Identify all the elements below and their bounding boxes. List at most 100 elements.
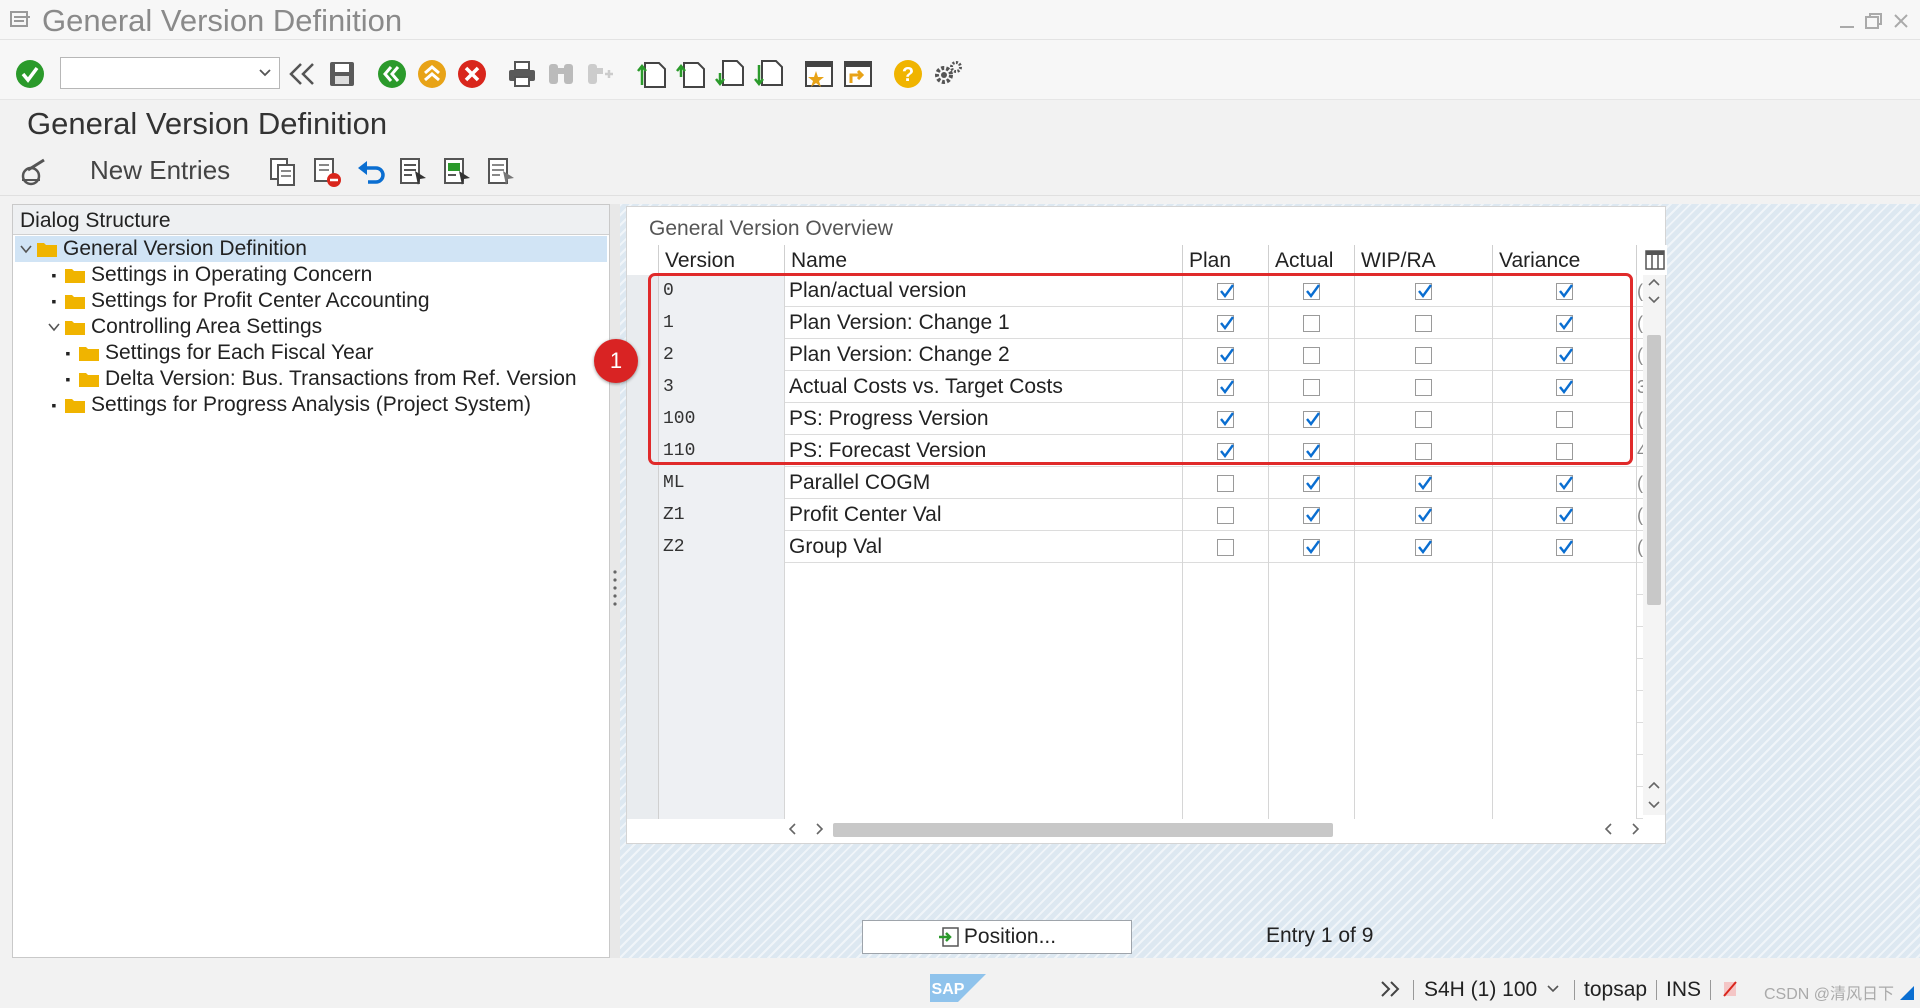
- checkbox-plan[interactable]: [1217, 538, 1234, 556]
- checkbox-wip[interactable]: [1415, 442, 1432, 460]
- resize-grip-icon[interactable]: [1898, 984, 1916, 1002]
- vertical-scrollbar[interactable]: [1643, 275, 1665, 815]
- row-selector[interactable]: [627, 563, 659, 595]
- display-change-icon[interactable]: [18, 156, 50, 188]
- checkbox-variance[interactable]: [1556, 346, 1573, 364]
- back-double-icon[interactable]: [286, 58, 318, 90]
- checkbox-variance[interactable]: [1556, 314, 1573, 332]
- checkbox-actual[interactable]: [1303, 410, 1320, 428]
- expand-status-icon[interactable]: [1380, 980, 1402, 998]
- checkbox-plan[interactable]: [1217, 314, 1234, 332]
- row-selector[interactable]: [627, 787, 659, 819]
- delete-icon[interactable]: [312, 156, 342, 188]
- checkbox-plan[interactable]: [1217, 378, 1234, 396]
- save-icon[interactable]: [326, 58, 358, 90]
- checkbox-wip[interactable]: [1415, 538, 1432, 556]
- scroll-up-icon[interactable]: [1648, 277, 1660, 287]
- row-selector[interactable]: [627, 595, 659, 627]
- tree-node[interactable]: ▪ Settings in Operating Concern: [47, 262, 373, 288]
- column-settings-icon[interactable]: [1643, 245, 1667, 275]
- chevron-down-icon[interactable]: [257, 64, 273, 80]
- row-selector[interactable]: [627, 531, 659, 563]
- cell-name[interactable]: Parallel COGM: [785, 467, 1183, 499]
- row-selector[interactable]: [627, 307, 659, 339]
- scroll-last-icon[interactable]: [1629, 822, 1641, 836]
- column-header-variance[interactable]: Variance: [1493, 245, 1637, 275]
- column-header-plan[interactable]: Plan: [1183, 245, 1269, 275]
- cell-name[interactable]: Profit Center Val: [785, 499, 1183, 531]
- column-header-actual[interactable]: Actual: [1269, 245, 1355, 275]
- column-header-name[interactable]: Name: [785, 245, 1183, 275]
- window-menu-icon[interactable]: [10, 10, 32, 28]
- row-selector[interactable]: [627, 275, 659, 307]
- row-selector[interactable]: [627, 659, 659, 691]
- cell-name[interactable]: Actual Costs vs. Target Costs: [785, 371, 1183, 403]
- cell-name[interactable]: Group Val: [785, 531, 1183, 563]
- checkbox-variance[interactable]: [1556, 474, 1573, 492]
- cell-name[interactable]: Plan Version: Change 1: [785, 307, 1183, 339]
- create-session-icon[interactable]: [803, 58, 835, 90]
- system-dropdown-icon[interactable]: [1546, 982, 1560, 996]
- checkbox-plan[interactable]: [1217, 506, 1234, 524]
- restore-icon[interactable]: [1864, 12, 1884, 30]
- select-all-icon[interactable]: [398, 156, 428, 188]
- cell-name[interactable]: Plan/actual version: [785, 275, 1183, 307]
- shortcut-icon[interactable]: [842, 58, 874, 90]
- print-icon[interactable]: [506, 58, 538, 90]
- checkbox-actual[interactable]: [1303, 474, 1320, 492]
- checkbox-variance[interactable]: [1556, 442, 1573, 460]
- undo-icon[interactable]: [356, 156, 386, 188]
- tree-node[interactable]: Controlling Area Settings: [47, 314, 322, 340]
- scroll-left-icon[interactable]: [787, 822, 799, 836]
- vertical-scroll-thumb[interactable]: [1647, 335, 1661, 605]
- tree-node[interactable]: ▪ Settings for Progress Analysis (Project…: [47, 392, 531, 418]
- checkbox-wip[interactable]: [1415, 346, 1432, 364]
- checkbox-variance[interactable]: [1556, 538, 1573, 556]
- cell-name[interactable]: PS: Forecast Version: [785, 435, 1183, 467]
- column-header-version[interactable]: Version: [659, 245, 785, 275]
- previous-page-icon[interactable]: [675, 58, 707, 90]
- checkbox-wip[interactable]: [1415, 506, 1432, 524]
- scroll-down-icon[interactable]: [1648, 295, 1660, 305]
- checkbox-actual[interactable]: [1303, 442, 1320, 460]
- help-icon[interactable]: ?: [892, 58, 924, 90]
- tree-node[interactable]: ▪ Delta Version: Bus. Transactions from R…: [61, 366, 577, 392]
- row-selector[interactable]: [627, 403, 659, 435]
- insert-mode[interactable]: INS: [1666, 978, 1701, 1002]
- pane-splitter[interactable]: [610, 204, 620, 958]
- checkbox-variance[interactable]: [1556, 378, 1573, 396]
- tree-node[interactable]: ▪ Settings for Each Fiscal Year: [61, 340, 374, 366]
- checkbox-wip[interactable]: [1415, 314, 1432, 332]
- cell-name[interactable]: Plan Version: Change 2: [785, 339, 1183, 371]
- expand-arrow-icon[interactable]: [47, 321, 61, 333]
- exit-icon[interactable]: [416, 58, 448, 90]
- back-icon[interactable]: [376, 58, 408, 90]
- select-block-icon[interactable]: [442, 156, 472, 188]
- checkbox-actual[interactable]: [1303, 282, 1320, 300]
- checkbox-variance[interactable]: [1556, 506, 1573, 524]
- first-page-icon[interactable]: [636, 58, 668, 90]
- column-header-wip-ra[interactable]: WIP/RA: [1355, 245, 1493, 275]
- row-selector[interactable]: [627, 499, 659, 531]
- scroll-right-icon[interactable]: [813, 822, 825, 836]
- row-selector[interactable]: [627, 755, 659, 787]
- checkbox-plan[interactable]: [1217, 346, 1234, 364]
- checkbox-variance[interactable]: [1556, 282, 1573, 300]
- page-down-icon[interactable]: [1648, 800, 1660, 810]
- checkbox-wip[interactable]: [1415, 378, 1432, 396]
- command-field[interactable]: [60, 57, 280, 89]
- checkbox-plan[interactable]: [1217, 282, 1234, 300]
- last-page-icon[interactable]: [753, 58, 785, 90]
- copy-as-icon[interactable]: [268, 156, 298, 188]
- page-up-icon[interactable]: [1648, 780, 1660, 790]
- checkbox-actual[interactable]: [1303, 378, 1320, 396]
- checkbox-wip[interactable]: [1415, 282, 1432, 300]
- expand-arrow-icon[interactable]: [19, 243, 33, 255]
- row-selector[interactable]: [627, 435, 659, 467]
- close-icon[interactable]: [1892, 12, 1910, 30]
- next-page-icon[interactable]: [714, 58, 746, 90]
- find-next-icon[interactable]: [584, 58, 616, 90]
- checkbox-actual[interactable]: [1303, 538, 1320, 556]
- enter-icon[interactable]: [14, 58, 46, 90]
- scroll-first-icon[interactable]: [1603, 822, 1615, 836]
